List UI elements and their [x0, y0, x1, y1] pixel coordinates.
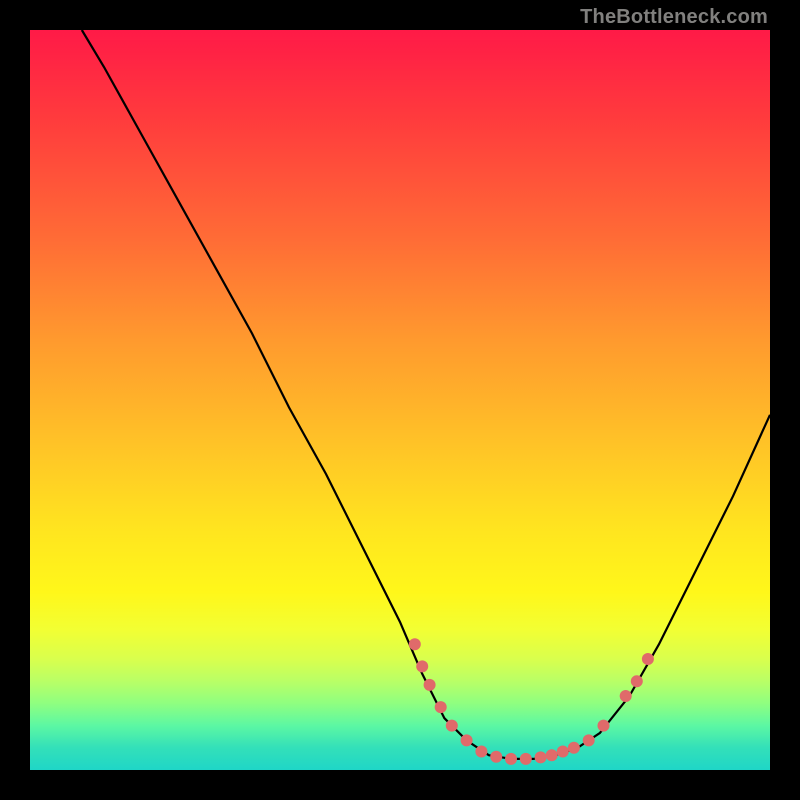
curve-marker — [568, 742, 580, 754]
curve-marker — [435, 701, 447, 713]
curve-markers — [409, 638, 654, 765]
curve-marker — [546, 749, 558, 761]
attribution-label: TheBottleneck.com — [580, 6, 768, 29]
curve-marker — [505, 753, 517, 765]
curve-marker — [631, 675, 643, 687]
curve-marker — [490, 751, 502, 763]
curve-marker — [424, 679, 436, 691]
curve-marker — [461, 734, 473, 746]
curve-marker — [409, 638, 421, 650]
curve-marker — [583, 734, 595, 746]
chart-svg — [30, 30, 770, 770]
chart-frame — [30, 30, 770, 770]
curve-marker — [642, 653, 654, 665]
curve-marker — [475, 746, 487, 758]
curve-marker — [520, 753, 532, 765]
bottleneck-curve — [82, 30, 770, 759]
curve-marker — [598, 720, 610, 732]
curve-marker — [557, 746, 569, 758]
curve-marker — [416, 660, 428, 672]
curve-marker — [620, 690, 632, 702]
curve-marker — [535, 751, 547, 763]
curve-marker — [446, 720, 458, 732]
